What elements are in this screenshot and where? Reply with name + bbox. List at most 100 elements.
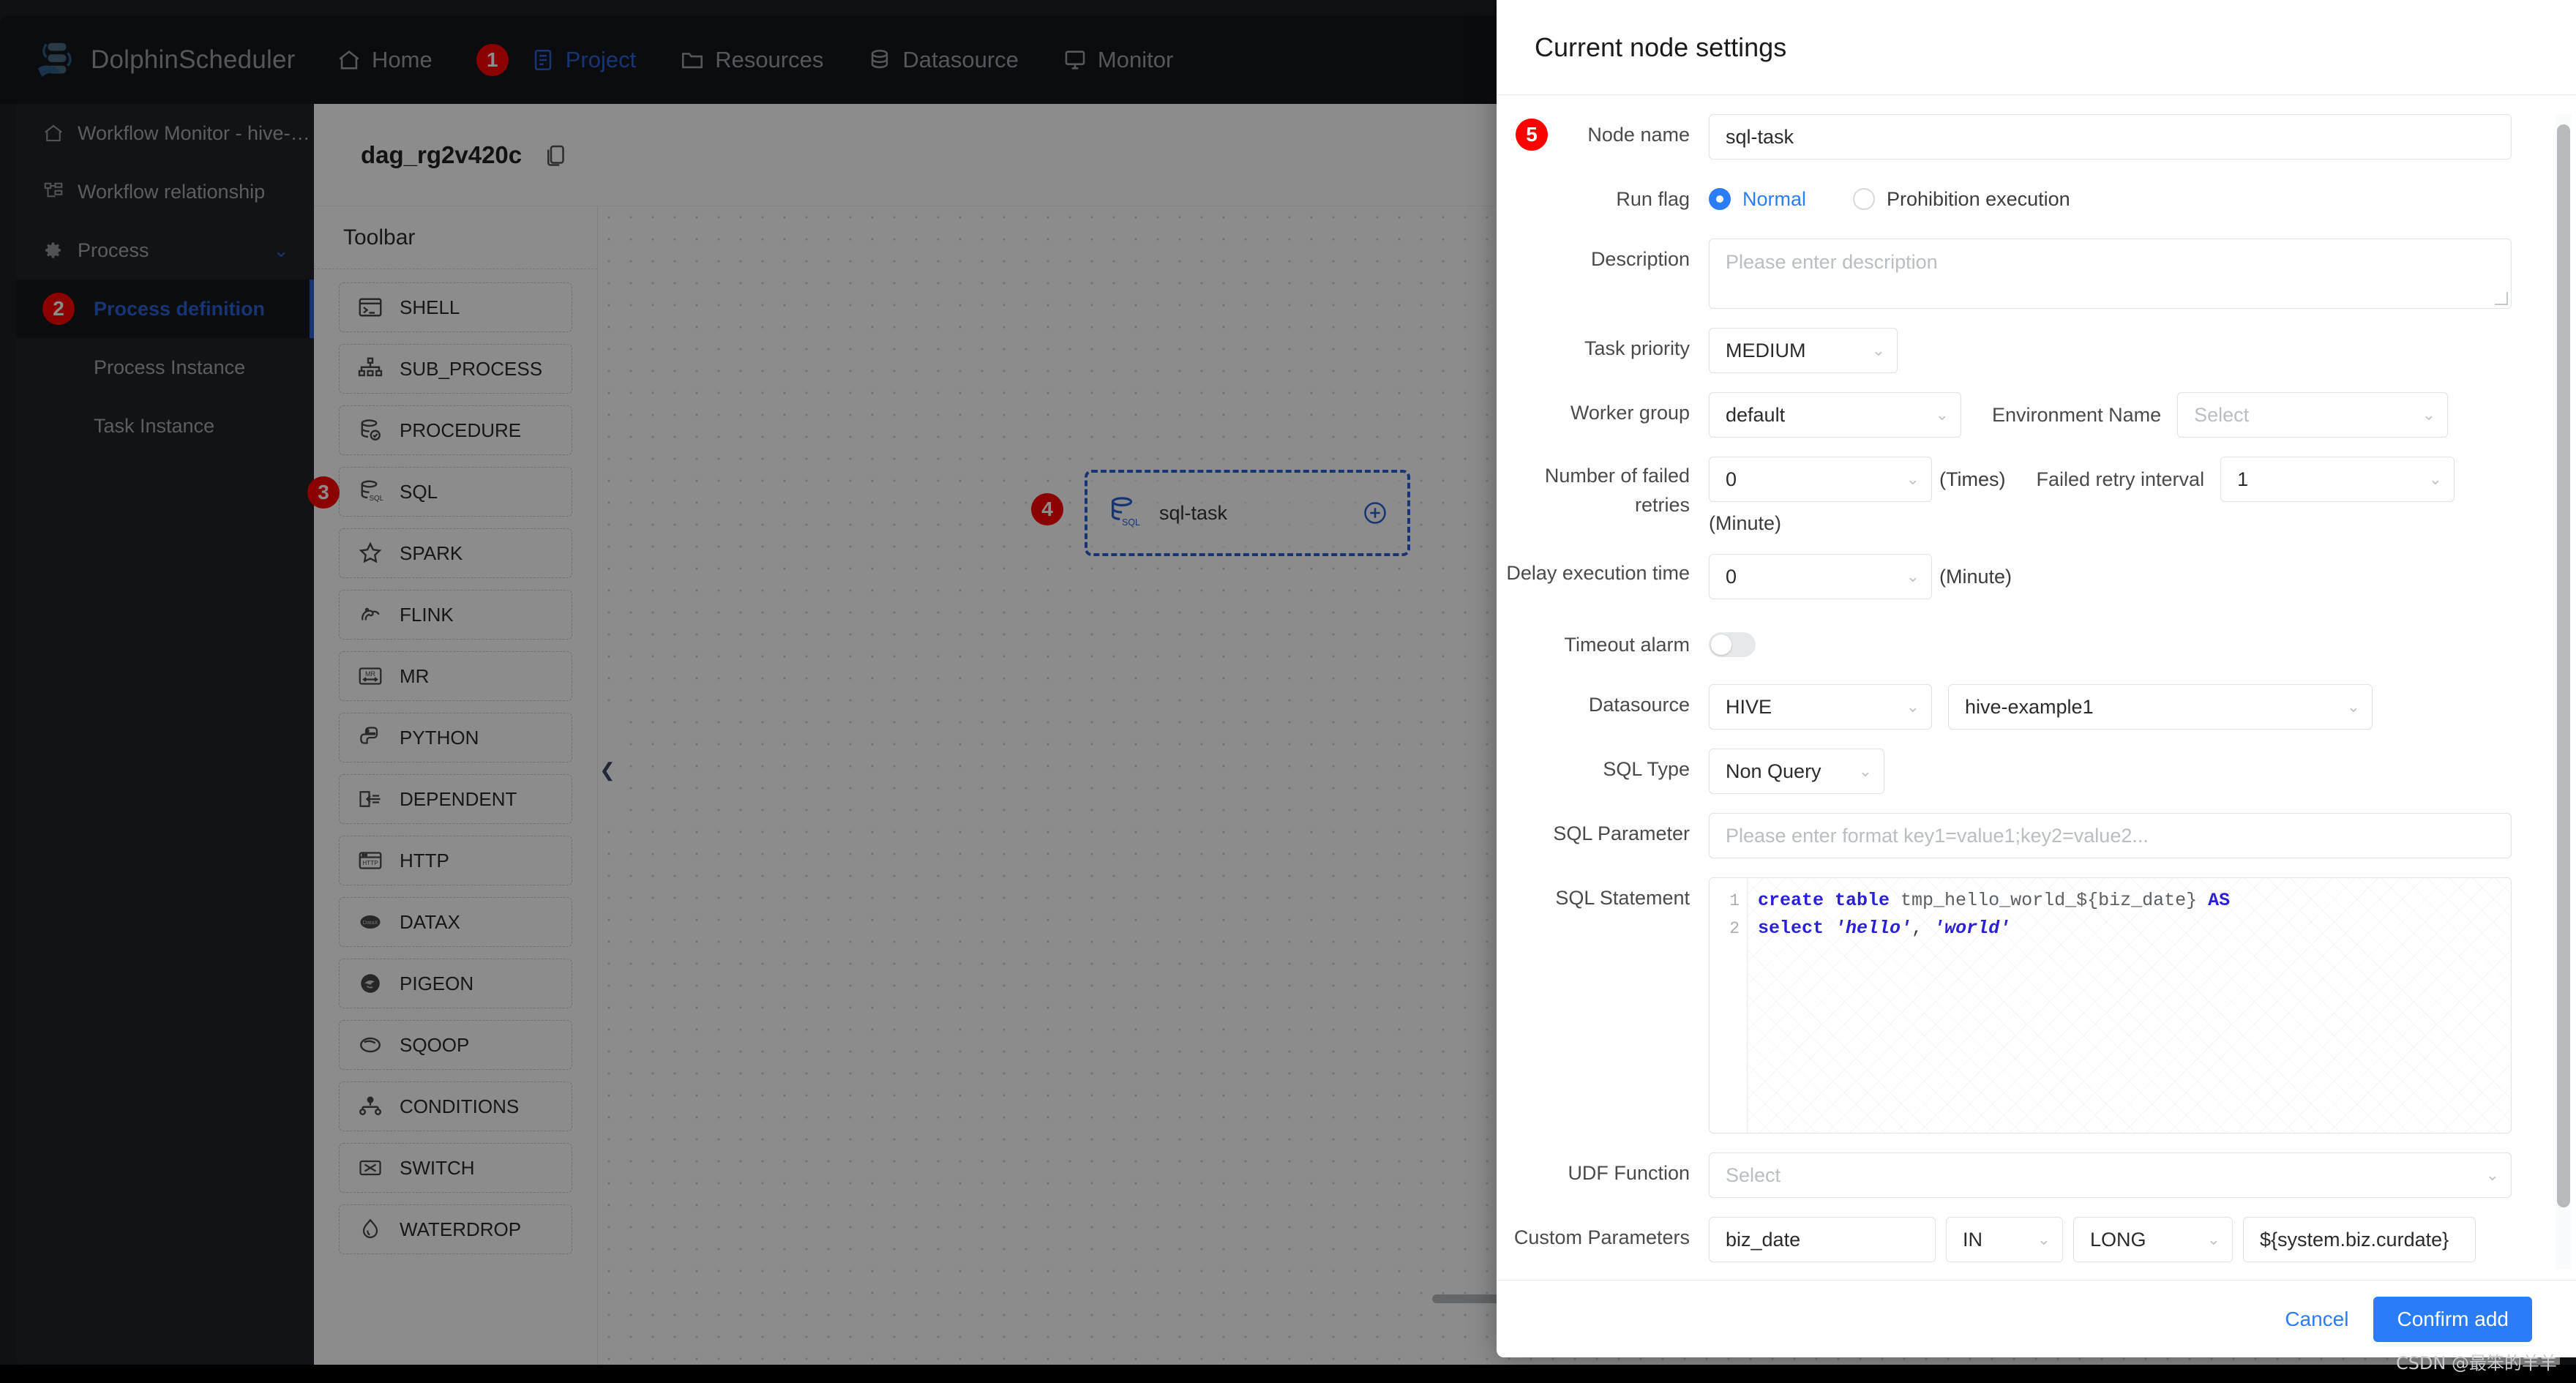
timeout-alarm-toggle[interactable] [1709,632,1756,657]
sql-statement-editor[interactable]: 1 2 create table tmp_hello_world_${biz_d… [1709,877,2512,1133]
failed-retries-unit-minute: (Minute) [1709,512,1932,535]
field-row-datasource: Datasource HIVE ⌄ hive-example1 ⌄ [1497,684,2544,730]
chevron-down-icon: ⌄ [1872,341,1885,360]
custom-parameter-value-input[interactable]: ${system.biz.curdate} [2243,1217,2476,1262]
editor-code-area[interactable]: create table tmp_hello_world_${biz_date}… [1748,878,2511,1133]
dialog-title: Current node settings [1497,0,2576,95]
failed-retries-label: Number of failed retries [1497,457,1709,520]
custom-parameter-type-select[interactable]: LONG ⌄ [2073,1217,2233,1262]
field-row-failed-retries: Number of failed retries 0 ⌄ (Minute) (T… [1497,457,2544,535]
code-token: select [1758,918,1835,939]
datasource-type-select[interactable]: HIVE ⌄ [1709,684,1932,730]
chevron-down-icon: ⌄ [1906,697,1920,716]
failed-retry-interval-label: Failed retry interval [2036,457,2204,502]
environment-name-select[interactable]: Select ⌄ [2177,392,2448,438]
chevron-down-icon: ⌄ [2207,1230,2220,1249]
radio-run-flag-normal-label: Normal [1742,188,1806,211]
udf-function-value: Select [1726,1164,1781,1187]
custom-parameter-type-value: LONG [2090,1229,2146,1251]
delay-execution-select[interactable]: 0 ⌄ [1709,554,1932,599]
datasource-instance-select[interactable]: hive-example1 ⌄ [1948,684,2373,730]
task-priority-label: Task priority [1497,328,1709,369]
delay-execution-label: Delay execution time [1497,554,1709,588]
custom-parameter-direction-select[interactable]: IN ⌄ [1946,1217,2063,1262]
node-name-label-wrap: 5 Node name [1497,114,1709,155]
custom-parameter-direction-value: IN [1963,1229,1982,1251]
environment-name-label: Environment Name [1992,404,2161,427]
udf-function-select[interactable]: Select ⌄ [1709,1152,2512,1198]
chevron-down-icon: ⌄ [1859,762,1872,781]
chevron-down-icon: ⌄ [2347,697,2360,716]
field-row-delay-execution: Delay execution time 0 ⌄ (Minute) [1497,554,2544,599]
sql-parameter-label: SQL Parameter [1497,813,1709,854]
radio-run-flag-prohibition-label: Prohibition execution [1887,188,2070,211]
chevron-down-icon: ⌄ [1936,405,1949,424]
dialog-body: 5 Node name sql-task Run flag Normal Pro [1497,95,2576,1280]
watermark: CSDN @最笨的羊羊 [2396,1349,2557,1374]
environment-name-value: Select [2194,404,2249,427]
dialog-scrollbar-thumb[interactable] [2557,124,2570,1207]
datasource-type-value: HIVE [1726,696,1772,719]
custom-parameter-name-input[interactable]: biz_date [1709,1217,1936,1262]
chevron-down-icon: ⌄ [2422,405,2435,424]
task-priority-select[interactable]: MEDIUM ⌄ [1709,328,1898,373]
field-row-sql-type: SQL Type Non Query ⌄ [1497,749,2544,794]
chevron-down-icon: ⌄ [1906,567,1920,586]
field-row-udf-function: UDF Function Select ⌄ [1497,1152,2544,1198]
confirm-add-button[interactable]: Confirm add [2373,1297,2532,1342]
field-row-run-flag: Run flag Normal Prohibition execution [1497,179,2544,220]
code-line: create table tmp_hello_world_${biz_date}… [1758,887,2511,915]
sql-parameter-input[interactable]: Please enter format key1=value1;key2=val… [1709,813,2512,858]
timeout-alarm-label: Timeout alarm [1497,624,1709,665]
description-textarea[interactable]: Please enter description [1709,239,2512,309]
editor-gutter: 1 2 [1710,878,1748,1133]
radio-run-flag-normal[interactable] [1709,188,1731,210]
delay-execution-field-wrap: 0 ⌄ (Minute) [1709,554,2544,599]
field-row-custom-parameters: Custom Parameters biz_date IN ⌄ LONG ⌄ $… [1497,1217,2544,1262]
dialog-footer: Cancel Confirm add [1497,1280,2576,1357]
datasource-label: Datasource [1497,684,1709,725]
worker-group-select[interactable]: default ⌄ [1709,392,1961,438]
chevron-down-icon: ⌄ [2037,1230,2051,1249]
chevron-down-icon: ⌄ [2429,470,2442,489]
sql-type-field-wrap: Non Query ⌄ [1709,749,2544,794]
sql-statement-label: SQL Statement [1497,877,1709,918]
code-token: 'world' [1933,918,2010,939]
code-token: , [1912,918,1933,939]
code-line: select 'hello', 'world' [1758,915,2511,942]
failed-retry-interval-select[interactable]: 1 ⌄ [2220,457,2455,502]
task-priority-field-wrap: MEDIUM ⌄ [1709,328,2544,373]
code-token: AS [2208,890,2230,911]
code-token: tmp_hello_world_${biz_date} [1901,890,2208,911]
sql-type-select[interactable]: Non Query ⌄ [1709,749,1884,794]
sql-type-label: SQL Type [1497,749,1709,790]
datasource-field-wrap: HIVE ⌄ hive-example1 ⌄ [1709,684,2544,730]
field-row-worker-group: Worker group default ⌄ Environment Name … [1497,392,2544,438]
sql-parameter-field-wrap: Please enter format key1=value1;key2=val… [1709,813,2544,858]
description-label: Description [1497,239,1709,280]
delay-execution-value: 0 [1726,566,1737,588]
udf-function-field-wrap: Select ⌄ [1709,1152,2544,1198]
failed-retries-unit-times: (Times) [1939,457,2005,502]
failed-retries-value: 0 [1726,468,1737,491]
failed-retries-select[interactable]: 0 ⌄ [1709,457,1932,502]
current-node-settings-dialog: Current node settings 5 Node name sql-ta… [1497,0,2576,1357]
chevron-down-icon: ⌄ [2486,1166,2499,1185]
delay-execution-unit: (Minute) [1939,566,2012,588]
radio-run-flag-prohibition[interactable] [1853,188,1875,210]
node-name-field-wrap: sql-task [1709,114,2544,160]
worker-group-field-wrap: default ⌄ Environment Name Select ⌄ [1709,392,2544,438]
cancel-button[interactable]: Cancel [2285,1308,2348,1331]
task-priority-value: MEDIUM [1726,340,1806,362]
udf-function-label: UDF Function [1497,1152,1709,1193]
worker-group-label: Worker group [1497,392,1709,433]
field-row-task-priority: Task priority MEDIUM ⌄ [1497,328,2544,373]
custom-parameters-label: Custom Parameters [1497,1217,1709,1258]
timeout-alarm-field-wrap [1709,624,2544,665]
line-number: 1 [1710,887,1740,915]
description-field-wrap: Please enter description [1709,239,2544,309]
chevron-down-icon: ⌄ [1906,470,1920,489]
node-name-input[interactable]: sql-task [1709,114,2512,160]
failed-retry-interval-value: 1 [2237,468,2248,491]
code-token: create table [1758,890,1901,911]
